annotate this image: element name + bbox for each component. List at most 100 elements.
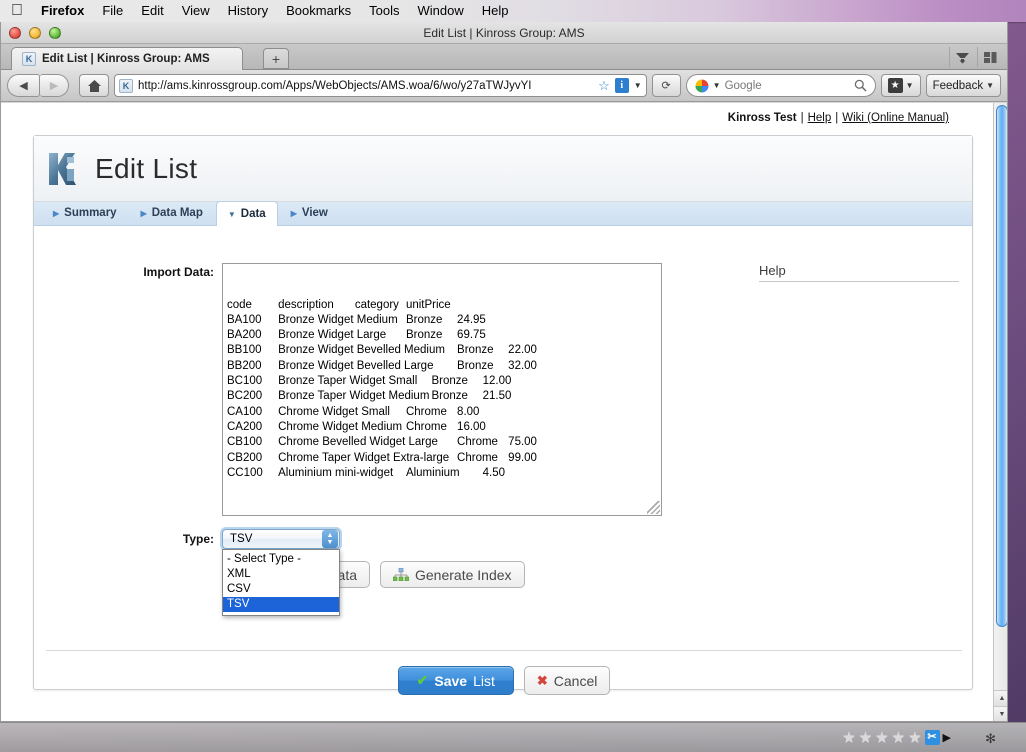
triangle-right-icon: ▶ xyxy=(53,209,59,218)
close-window-button[interactable] xyxy=(9,27,21,39)
tab-strip-right-controls xyxy=(949,47,1003,67)
menu-item-tools[interactable]: Tools xyxy=(360,0,408,22)
forward-button[interactable]: ▶ xyxy=(40,74,69,97)
page-viewport: Kinross Test | Help | Wiki (Online Manua… xyxy=(1,103,1008,722)
help-link[interactable]: Help xyxy=(808,112,832,124)
check-icon: ✔ xyxy=(417,672,429,689)
minimize-window-button[interactable] xyxy=(29,27,41,39)
chevron-down-icon: ▼ xyxy=(986,81,994,90)
tab-label: View xyxy=(302,207,328,219)
dock-icons: ★ ★ ★ ★ ★ ✂ ▶ xyxy=(842,728,951,746)
home-button[interactable] xyxy=(79,74,109,97)
star-icon[interactable]: ★ xyxy=(892,728,905,746)
menu-item-edit[interactable]: Edit xyxy=(132,0,172,22)
star-icon[interactable]: ★ xyxy=(875,728,888,746)
new-tab-button[interactable]: + xyxy=(263,48,289,69)
site-identity-icon[interactable]: i xyxy=(615,78,629,93)
url-bar[interactable]: K http://ams.kinrossgroup.com/Apps/WebOb… xyxy=(114,74,647,97)
xmarks-badge-icon[interactable]: ✂ xyxy=(925,730,940,745)
wiki-link[interactable]: Wiki (Online Manual) xyxy=(842,112,949,124)
resize-handle[interactable] xyxy=(647,501,660,514)
page-scrollbar-vertical[interactable]: ▲ ▼ xyxy=(993,103,1008,722)
nav-back-forward-group: ◀ ▶ xyxy=(7,74,69,97)
star-icon[interactable]: ★ xyxy=(908,728,921,746)
type-select[interactable]: TSV ▲▼ xyxy=(222,529,340,549)
page-top-nav: Kinross Test | Help | Wiki (Online Manua… xyxy=(1,103,993,133)
back-button[interactable]: ◀ xyxy=(7,74,40,97)
feedback-button[interactable]: Feedback ▼ xyxy=(926,74,1001,97)
x-icon: ✖ xyxy=(537,673,548,689)
tab-data[interactable]: ▼ Data xyxy=(216,201,278,226)
scroll-up-arrow-icon[interactable]: ▲ xyxy=(994,690,1008,706)
tab-summary[interactable]: ▶ Summary xyxy=(42,201,128,225)
reload-button[interactable]: ⟳ xyxy=(652,74,681,97)
url-favicon-icon: K xyxy=(119,79,133,93)
window-title-bar[interactable]: Edit List | Kinross Group: AMS xyxy=(1,22,1007,44)
star-icon[interactable]: ★ xyxy=(859,728,872,746)
save-list-button[interactable]: ✔ Save List xyxy=(398,666,514,695)
menu-item-help[interactable]: Help xyxy=(473,0,518,22)
import-data-field-row: Import Data: code description category u… xyxy=(34,263,662,516)
scrollbar-thumb[interactable] xyxy=(996,105,1008,627)
kinross-favicon-icon: K xyxy=(22,52,36,66)
window-title: Edit List | Kinross Group: AMS xyxy=(1,22,1007,44)
page-title: Edit List xyxy=(95,153,197,185)
select-option-csv[interactable]: CSV xyxy=(223,582,339,597)
browser-tab-active[interactable]: K Edit List | Kinross Group: AMS xyxy=(11,47,243,70)
triangle-right-icon: ▶ xyxy=(291,209,297,218)
type-select-dropdown[interactable]: - Select Type - XML CSV TSV xyxy=(222,549,340,616)
select-stepper-icon[interactable]: ▲▼ xyxy=(322,530,338,548)
tab-view[interactable]: ▶ View xyxy=(280,201,339,225)
menu-item-history[interactable]: History xyxy=(219,0,277,22)
form-divider xyxy=(46,650,962,651)
star-icon[interactable]: ★ xyxy=(842,728,855,746)
downloads-icon[interactable] xyxy=(949,47,975,67)
scroll-down-arrow-icon[interactable]: ▼ xyxy=(994,706,1008,722)
feedback-label: Feedback xyxy=(933,80,984,92)
card-tab-bar: ▶ Summary ▶ Data Map ▼ Data ▶ View xyxy=(34,202,972,226)
current-user-label: Kinross Test xyxy=(728,112,797,124)
bookmarks-menu-button[interactable]: ★ ▼ xyxy=(881,74,921,97)
zoom-window-button[interactable] xyxy=(49,27,61,39)
bookmark-star-icon[interactable]: ☆ xyxy=(598,78,610,94)
cancel-label: Cancel xyxy=(554,673,598,689)
search-engine-chevron-icon[interactable]: ▼ xyxy=(713,81,721,90)
magnifier-icon xyxy=(854,79,867,92)
tab-data-map[interactable]: ▶ Data Map xyxy=(130,201,214,225)
web-page: Kinross Test | Help | Wiki (Online Manua… xyxy=(1,103,993,722)
help-panel-title: Help xyxy=(759,263,959,282)
apple-logo-icon[interactable]:  xyxy=(6,0,28,22)
type-select-wrap: TSV ▲▼ - Select Type - XML CSV TSV xyxy=(222,529,340,549)
chevron-down-icon[interactable]: ▼ xyxy=(634,81,642,90)
menu-item-bookmarks[interactable]: Bookmarks xyxy=(277,0,360,22)
navigation-toolbar: ◀ ▶ K http://ams.kinrossgroup.com/Apps/W… xyxy=(1,70,1007,102)
google-logo-icon xyxy=(695,79,709,93)
os-menu-bar:  Firefox File Edit View History Bookmar… xyxy=(0,0,1026,22)
tab-label: Summary xyxy=(64,207,116,219)
menu-item-file[interactable]: File xyxy=(93,0,132,22)
menu-item-window[interactable]: Window xyxy=(409,0,473,22)
select-option-placeholder[interactable]: - Select Type - xyxy=(223,552,339,567)
window-controls xyxy=(1,27,61,39)
search-input[interactable]: Google xyxy=(725,80,850,92)
import-data-text: code description category unitPrice BA10… xyxy=(227,298,657,482)
menu-item-firefox[interactable]: Firefox xyxy=(32,0,93,22)
search-bar[interactable]: ▼ Google xyxy=(686,74,876,97)
tab-label: Data Map xyxy=(152,207,203,219)
save-list-label-rest: List xyxy=(473,673,495,689)
url-text: http://ams.kinrossgroup.com/Apps/WebObje… xyxy=(138,80,593,92)
generate-index-button[interactable]: Generate Index xyxy=(380,561,525,588)
select-option-tsv[interactable]: TSV xyxy=(223,597,339,612)
cancel-button[interactable]: ✖ Cancel xyxy=(524,666,611,695)
card-footer-buttons: ✔ Save List ✖ Cancel xyxy=(34,666,974,695)
tab-label: Data xyxy=(241,208,266,220)
menu-item-view[interactable]: View xyxy=(173,0,219,22)
card-header: Edit List xyxy=(34,136,972,202)
mouse-cursor-icon: ▶ xyxy=(943,731,951,744)
import-data-textarea[interactable]: code description category unitPrice BA10… xyxy=(222,263,662,516)
select-option-xml[interactable]: XML xyxy=(223,567,339,582)
triangle-right-icon: ▶ xyxy=(141,209,147,218)
kinross-logo-icon xyxy=(45,149,81,189)
type-select-value: TSV xyxy=(230,533,252,545)
tab-groups-icon[interactable] xyxy=(977,47,1003,67)
